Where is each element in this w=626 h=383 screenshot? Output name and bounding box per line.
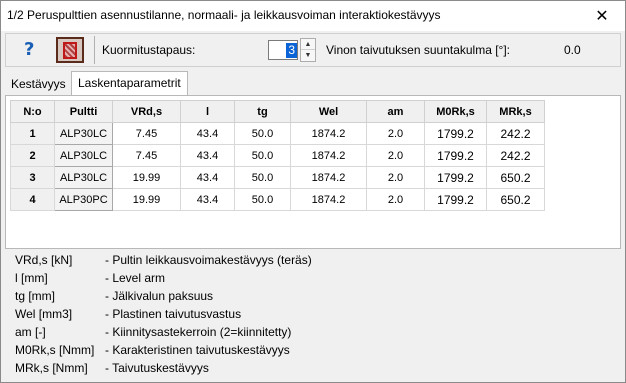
legend-term: M0Rk,s [Nmm] bbox=[15, 343, 95, 357]
column-header[interactable]: MRk,s bbox=[486, 100, 545, 123]
close-button[interactable]: ✕ bbox=[579, 1, 625, 31]
legend-description: - Plastinen taivutusvastus bbox=[105, 307, 242, 321]
table-row[interactable]: 2 ALP30LC 7.45 43.4 50.0 1874.2 2.0 1799… bbox=[10, 144, 545, 167]
legend-term: tg [mm] bbox=[15, 289, 56, 303]
m0rk-cell: 1799.2 bbox=[424, 122, 487, 145]
tg-cell: 50.0 bbox=[234, 188, 291, 211]
row-number: 4 bbox=[10, 188, 55, 211]
bolt-group-icon[interactable] bbox=[56, 37, 84, 63]
bolt-cell[interactable]: ALP30LC bbox=[54, 166, 113, 189]
load-case-value: 3 bbox=[286, 42, 297, 58]
l-cell: 43.4 bbox=[180, 144, 235, 167]
toolbar: ? Kuormitustapaus: 3 ▲ ▼ Vinon taivutuks… bbox=[5, 33, 621, 67]
load-case-spinner: ▲ ▼ bbox=[300, 38, 316, 62]
legend-description: - Karakteristinen taivutuskestävyys bbox=[105, 343, 290, 357]
tab-laskentaparametrit[interactable]: Laskentaparametrit bbox=[71, 71, 188, 96]
column-header[interactable]: tg bbox=[234, 100, 291, 123]
tg-cell: 50.0 bbox=[234, 122, 291, 145]
window-title: 1/2 Peruspulttien asennustilanne, normaa… bbox=[7, 8, 441, 22]
am-cell: 2.0 bbox=[366, 122, 425, 145]
vrd-cell: 19.99 bbox=[112, 188, 181, 211]
l-cell: 43.4 bbox=[180, 122, 235, 145]
legend-description: - Pultin leikkausvoimakestävyys (teräs) bbox=[105, 253, 312, 267]
vrd-cell: 19.99 bbox=[112, 166, 181, 189]
mrk-cell: 242.2 bbox=[486, 122, 545, 145]
mrk-cell: 242.2 bbox=[486, 144, 545, 167]
legend-term: VRd,s [kN] bbox=[15, 253, 73, 267]
tab-kestavyys[interactable]: Kestävyys bbox=[7, 73, 70, 95]
legend-panel: VRd,s [kN] - Pultin leikkausvoimakestävy… bbox=[5, 249, 621, 377]
column-header[interactable]: Pultti bbox=[54, 100, 113, 123]
legend-description: - Taivutuskestävyys bbox=[105, 361, 209, 375]
column-header[interactable]: N:o bbox=[10, 100, 55, 123]
toolbar-separator bbox=[94, 36, 95, 64]
load-case-label: Kuormitustapaus: bbox=[102, 43, 196, 57]
parameters-panel: N:o Pultti VRd,s l tg Wel am M0Rk,s MRk,… bbox=[5, 95, 621, 249]
wel-cell: 1874.2 bbox=[290, 144, 367, 167]
mrk-cell: 650.2 bbox=[486, 166, 545, 189]
l-cell: 43.4 bbox=[180, 166, 235, 189]
m0rk-cell: 1799.2 bbox=[424, 144, 487, 167]
am-cell: 2.0 bbox=[366, 144, 425, 167]
legend-description: - Jälkivalun paksuus bbox=[105, 289, 214, 303]
row-number: 3 bbox=[10, 166, 55, 189]
table-row[interactable]: 3 ALP30LC 19.99 43.4 50.0 1874.2 2.0 179… bbox=[10, 166, 545, 189]
mrk-cell: 650.2 bbox=[486, 188, 545, 211]
parameters-table: N:o Pultti VRd,s l tg Wel am M0Rk,s MRk,… bbox=[10, 100, 545, 211]
row-number: 2 bbox=[10, 144, 55, 167]
m0rk-cell: 1799.2 bbox=[424, 166, 487, 189]
am-cell: 2.0 bbox=[366, 188, 425, 211]
angle-value: 0.0 bbox=[564, 43, 581, 57]
wel-cell: 1874.2 bbox=[290, 188, 367, 211]
legend-description: - Level arm bbox=[105, 271, 166, 285]
tg-cell: 50.0 bbox=[234, 144, 291, 167]
spin-down-button[interactable]: ▼ bbox=[301, 50, 315, 61]
bolt-cell[interactable]: ALP30PC bbox=[54, 188, 113, 211]
legend-term: Wel [mm3] bbox=[15, 307, 73, 321]
vrd-cell: 7.45 bbox=[112, 144, 181, 167]
m0rk-cell: 1799.2 bbox=[424, 188, 487, 211]
close-icon: ✕ bbox=[595, 8, 609, 25]
column-header[interactable]: M0Rk,s bbox=[424, 100, 487, 123]
dialog-window: 1/2 Peruspulttien asennustilanne, normaa… bbox=[0, 0, 626, 383]
help-icon[interactable]: ? bbox=[24, 39, 34, 60]
load-case-input[interactable]: 3 bbox=[268, 40, 298, 60]
legend-description: - Kiinnitysastekerroin (2=kiinnitetty) bbox=[105, 325, 292, 339]
spin-up-button[interactable]: ▲ bbox=[301, 39, 315, 50]
angle-label: Vinon taivutuksen suuntakulma [°]: bbox=[326, 43, 511, 57]
table-row[interactable]: 1 ALP30LC 7.45 43.4 50.0 1874.2 2.0 1799… bbox=[10, 122, 545, 145]
am-cell: 2.0 bbox=[366, 166, 425, 189]
column-header[interactable]: VRd,s bbox=[112, 100, 181, 123]
wel-cell: 1874.2 bbox=[290, 122, 367, 145]
tab-strip: Kestävyys Laskentaparametrit bbox=[5, 71, 621, 96]
table-header-row: N:o Pultti VRd,s l tg Wel am M0Rk,s MRk,… bbox=[10, 100, 545, 123]
vrd-cell: 7.45 bbox=[112, 122, 181, 145]
bolt-cell[interactable]: ALP30LC bbox=[54, 122, 113, 145]
title-bar: 1/2 Peruspulttien asennustilanne, normaa… bbox=[1, 1, 625, 31]
legend-term: MRk,s [Nmm] bbox=[15, 361, 88, 375]
column-header[interactable]: am bbox=[366, 100, 425, 123]
column-header[interactable]: Wel bbox=[290, 100, 367, 123]
wel-cell: 1874.2 bbox=[290, 166, 367, 189]
bolt-cell[interactable]: ALP30LC bbox=[54, 144, 113, 167]
tg-cell: 50.0 bbox=[234, 166, 291, 189]
row-number: 1 bbox=[10, 122, 55, 145]
legend-term: am [-] bbox=[15, 325, 46, 339]
column-header[interactable]: l bbox=[180, 100, 235, 123]
legend-term: l [mm] bbox=[15, 271, 48, 285]
table-row[interactable]: 4 ALP30PC 19.99 43.4 50.0 1874.2 2.0 179… bbox=[10, 188, 545, 211]
l-cell: 43.4 bbox=[180, 188, 235, 211]
